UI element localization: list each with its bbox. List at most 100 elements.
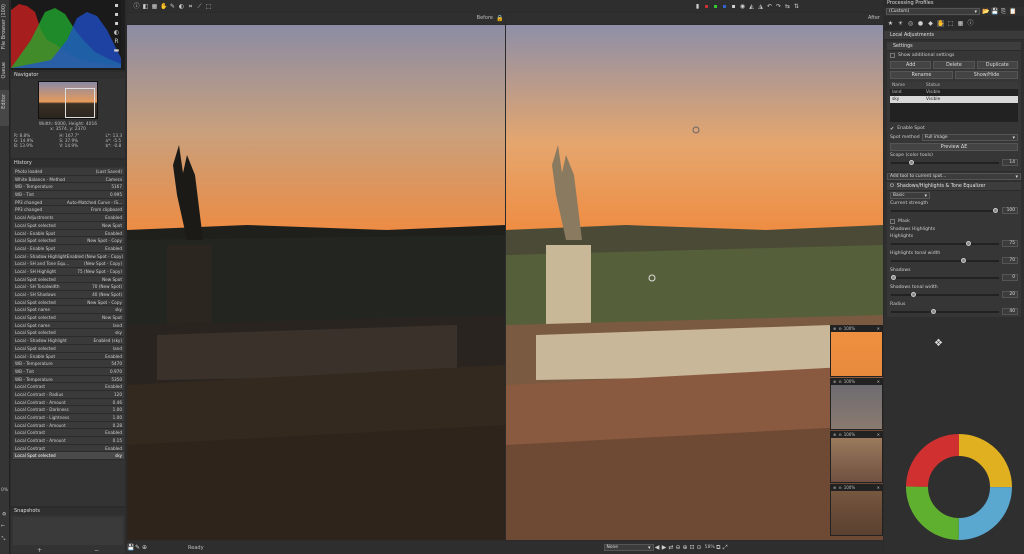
new-window-icon[interactable]: ⧉ <box>715 544 722 551</box>
detail-zoom-in-icon[interactable]: ⊕ <box>833 432 836 438</box>
tab-metadata-icon[interactable]: ⓘ <box>967 20 974 27</box>
flip-v-icon[interactable]: ⇅ <box>793 3 800 10</box>
indicator-icon[interactable]: ▮ <box>694 3 701 10</box>
sh-slider-knob[interactable] <box>911 292 916 297</box>
history-item[interactable]: PP3 changed From clipboard <box>13 206 124 215</box>
history-item[interactable]: Local Contrast - Amount 0.15 <box>13 437 124 445</box>
profile-paste-icon[interactable]: 📋 <box>1009 8 1016 15</box>
after-image[interactable]: ⊕ ⊖ 100% ✕ ⊕ ⊖ 100% ✕ ⊕ ⊖ 100% ✕ ⊕ ⊖ 100% ✕ <box>506 25 883 540</box>
show-additional-checkbox[interactable] <box>890 53 895 58</box>
history-item[interactable]: Local Spot selected New Spot - Copy <box>13 237 124 245</box>
local-adjustments-header[interactable]: Local Adjustments <box>884 31 1024 40</box>
history-item[interactable]: Local - SH Shadows 40 (New Spot) <box>13 291 124 299</box>
zoom-out-icon[interactable]: ⊖ <box>675 544 682 551</box>
history-item[interactable]: White Balance - Method Camera <box>13 175 124 184</box>
file-browser-tab[interactable]: File Browser (100) <box>0 0 10 60</box>
tab-color-icon[interactable]: ● <box>917 20 924 27</box>
channel-r-icon[interactable]: ▪ <box>703 3 710 10</box>
grid-icon[interactable]: ▦ <box>151 3 158 10</box>
fullscreen-icon[interactable]: ⤢ <box>1 534 8 541</box>
sh-header[interactable]: ⏻ Shadows/Highlights & Tone Equalizer <box>887 182 1021 191</box>
tool-icon[interactable]: ⚙ <box>1 510 8 517</box>
history-item[interactable]: WB - Tint 0.970 <box>13 367 124 376</box>
mask-row[interactable]: Mask <box>887 217 1021 226</box>
current-strength-knob[interactable] <box>993 208 998 213</box>
detail-preview[interactable]: ⊕ ⊖ 100% ✕ <box>830 431 883 483</box>
sh-slider[interactable]: Radius 40 <box>887 301 1021 317</box>
sh-slider[interactable]: Highlights tonal width 70 <box>887 250 1021 266</box>
sh-slider-knob[interactable] <box>931 309 936 314</box>
zoom-100-icon[interactable]: ⊙ <box>696 544 703 551</box>
highlight-clip-icon[interactable]: ◮ <box>757 3 764 10</box>
sh-slider-value[interactable]: 40 <box>1002 308 1018 315</box>
history-item[interactable]: Local Contrast - Lightness 1.00 <box>13 414 124 422</box>
current-strength-value[interactable]: 100 <box>1002 207 1018 214</box>
channel-g-icon[interactable]: ▪ <box>712 3 719 10</box>
sh-enable-icon[interactable]: ⏻ <box>890 184 894 189</box>
history-item[interactable]: Local - Enable Spot Enabled <box>13 352 124 361</box>
detail-preview[interactable]: ⊕ ⊖ 100% ✕ <box>830 378 883 430</box>
detail-close-icon[interactable]: ✕ <box>877 326 882 332</box>
tab-advanced-icon[interactable]: ◆ <box>927 20 934 27</box>
perspective-icon[interactable]: ⬚ <box>205 3 212 10</box>
history-item[interactable]: Local Spot selected land <box>13 344 124 353</box>
straighten-icon[interactable]: ⟋ <box>196 3 203 10</box>
zoom-in-icon[interactable]: ⊕ <box>682 544 689 551</box>
detail-preview[interactable]: ⊕ ⊖ 100% ✕ <box>830 325 883 377</box>
sh-slider-knob[interactable] <box>891 275 896 280</box>
tab-favorites-icon[interactable]: ★ <box>887 20 894 27</box>
before-image[interactable] <box>127 25 505 540</box>
history-item[interactable]: Local - Enable Spot Enabled <box>13 244 124 253</box>
fit-select[interactable]: None <box>603 544 654 551</box>
history-item[interactable]: WB - Tint 0.995 <box>13 191 124 199</box>
sh-slider-value[interactable]: 75 <box>1002 240 1018 247</box>
history-item[interactable]: Local Contrast - Darkness 1.00 <box>13 406 124 414</box>
queue-add-icon[interactable]: ⊕ <box>141 544 148 551</box>
add-tool-select[interactable]: Add tool to current spot... <box>887 173 1021 180</box>
history-item[interactable]: WB - Temperature 5470 <box>13 360 124 368</box>
histogram-red-toggle-icon[interactable]: ▪ <box>113 2 120 9</box>
info-icon[interactable]: ⓘ <box>133 3 140 10</box>
complexity-select[interactable]: Basic <box>890 192 930 199</box>
crop-icon[interactable]: ⌗ <box>187 3 194 10</box>
profile-select[interactable]: (Custom) <box>886 8 980 15</box>
history-item[interactable]: Photo loaded (Last Saved) <box>13 168 124 176</box>
next-image-icon[interactable]: ▶ <box>661 544 668 551</box>
history-item[interactable]: Local - SH Highlight 75 (New Spot - Copy) <box>13 267 124 276</box>
detail-zoom-out-icon[interactable]: ⊖ <box>838 326 841 332</box>
detail-zoom-out-icon[interactable]: ⊖ <box>838 485 841 491</box>
navigator-viewport-box[interactable] <box>65 88 95 118</box>
history-item[interactable]: Local Spot name land <box>13 321 124 330</box>
sh-slider-value[interactable]: 70 <box>1002 257 1018 264</box>
profile-save-icon[interactable]: 💾 <box>991 8 998 15</box>
snapshot-remove-icon[interactable]: − <box>94 547 99 554</box>
history-item[interactable]: Local Spot selected sky <box>13 329 124 338</box>
edit-icon[interactable]: ✎ <box>134 544 141 551</box>
sh-slider-knob[interactable] <box>966 241 971 246</box>
settings-header[interactable]: Settings <box>887 42 1021 51</box>
history-item[interactable]: Local Spot selected New Spot - Copy <box>13 298 124 307</box>
sync-icon[interactable]: ⇄ <box>668 544 675 551</box>
history-item[interactable]: Local Spot selected New Spot <box>13 221 124 230</box>
profile-copy-icon[interactable]: ⎘ <box>1000 8 1007 15</box>
shadow-clip-icon[interactable]: ◭ <box>748 3 755 10</box>
histogram-luminance-icon[interactable]: ◐ <box>113 29 120 36</box>
mask-checkbox[interactable] <box>890 219 895 224</box>
history-item[interactable]: WB - Temperature 5167 <box>13 183 124 192</box>
histogram-bar-icon[interactable]: ▬ <box>113 47 120 54</box>
detail-close-icon[interactable]: ✕ <box>877 432 882 438</box>
sh-slider-value[interactable]: 0 <box>1002 274 1018 281</box>
duplicate-button[interactable]: Duplicate <box>976 61 1018 69</box>
sh-slider[interactable]: Shadows tonal width 20 <box>887 284 1021 300</box>
focus-mask-icon[interactable]: ◉ <box>739 3 746 10</box>
navigator-thumbnail[interactable] <box>38 81 98 119</box>
history-item[interactable]: WB - Temperature 5350 <box>13 375 124 384</box>
scope-value[interactable]: 14 <box>1002 159 1018 166</box>
editor-tab[interactable]: Editor <box>0 90 10 126</box>
history-item[interactable]: Local - SH Tonalwidth 70 (New Spot) <box>13 283 124 291</box>
snapshot-add-icon[interactable]: + <box>37 547 42 554</box>
scope-knob[interactable] <box>909 160 914 165</box>
help-icon[interactable]: ? <box>1 522 8 529</box>
white-balance-icon[interactable]: ◐ <box>178 3 185 10</box>
zoom-fit-icon[interactable]: ⊡ <box>689 544 696 551</box>
